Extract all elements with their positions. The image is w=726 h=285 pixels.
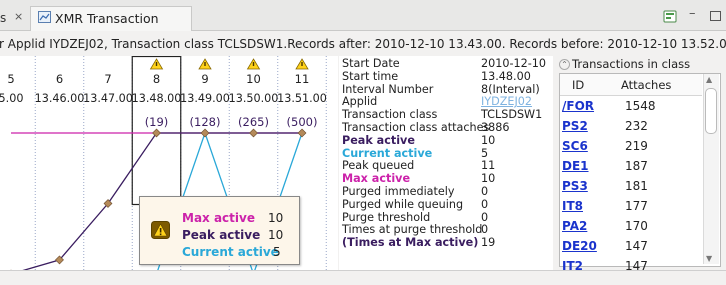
detail-value: 10 bbox=[481, 133, 496, 147]
detail-label: Transaction class bbox=[342, 108, 438, 122]
detail-label: Purged while queuing bbox=[342, 197, 464, 211]
detail-value: 13.48.00 bbox=[481, 69, 531, 83]
detail-label: Start Date bbox=[342, 57, 400, 70]
record-filter-info: r Applid IYDZEJ02, Transaction class TCL… bbox=[0, 37, 726, 51]
time-label: 13.51.00 bbox=[277, 92, 327, 105]
category-label: 7 bbox=[104, 72, 111, 86]
detail-label: Applid bbox=[342, 95, 378, 109]
transaction-attaches: 177 bbox=[625, 199, 648, 213]
warning-icon-mark bbox=[301, 62, 303, 66]
transaction-id-link[interactable]: /FOR bbox=[562, 99, 594, 113]
document-icon bbox=[38, 11, 51, 23]
interval-details-panel: Start Date 2010-12-10 Start time 13.48.00 In… bbox=[339, 56, 553, 270]
category-label: 5 bbox=[7, 72, 14, 86]
detail-label: Max active bbox=[342, 172, 411, 186]
transactions-group-title: ⌃ Transactions in class bbox=[559, 57, 690, 71]
detail-label: Current active bbox=[342, 146, 433, 160]
category-label: 11 bbox=[295, 72, 310, 86]
category-label: 10 bbox=[246, 72, 261, 86]
chart-tooltip: Max active 10 Peak active 10 Current active 5 bbox=[139, 196, 300, 265]
tooltip-label: Current active bbox=[182, 245, 279, 259]
detail-value: 0 bbox=[481, 210, 489, 224]
detail-label: Start time bbox=[342, 69, 399, 83]
category-label: 9 bbox=[201, 72, 208, 86]
transaction-attaches: 181 bbox=[625, 179, 648, 193]
interval-count-label: (265) bbox=[238, 115, 269, 129]
scrollbar-thumb[interactable] bbox=[705, 88, 717, 134]
collapse-icon[interactable]: ⌃ bbox=[559, 59, 570, 70]
transaction-id-link[interactable]: SC6 bbox=[562, 139, 588, 153]
tooltip-label: Peak active bbox=[182, 228, 261, 242]
view-menu-icon[interactable] bbox=[663, 10, 677, 23]
detail-label: Interval Number bbox=[342, 82, 434, 96]
transaction-attaches: 170 bbox=[625, 219, 648, 233]
time-label: 5.00 bbox=[0, 92, 23, 105]
detail-label: Times at purge threshold bbox=[342, 223, 483, 237]
minimize-icon[interactable]: – bbox=[689, 6, 696, 21]
transaction-id-link[interactable]: PS2 bbox=[562, 119, 588, 133]
time-label: 13.48.00 bbox=[132, 92, 182, 105]
data-point-marker bbox=[297, 128, 307, 138]
warning-icon-mark bbox=[204, 62, 206, 66]
tooltip-value: 5 bbox=[273, 245, 281, 259]
transaction-id-link[interactable]: DE1 bbox=[562, 159, 589, 173]
tooltip-value: 10 bbox=[268, 211, 284, 225]
transaction-attaches: 1548 bbox=[625, 99, 656, 113]
transaction-attaches: 187 bbox=[625, 159, 648, 173]
detail-label: Purge threshold bbox=[342, 210, 431, 224]
detail-label: Purged immediately bbox=[342, 185, 455, 198]
time-label: 13.50.00 bbox=[229, 92, 279, 105]
transaction-id-link[interactable]: IT8 bbox=[562, 199, 583, 213]
transactions-title: Transactions in class bbox=[572, 57, 691, 71]
data-point-marker bbox=[152, 128, 161, 138]
detail-label: (Times at Max active) bbox=[342, 236, 479, 250]
time-label: 13.47.00 bbox=[83, 92, 133, 105]
tab-title[interactable]: XMR Transaction bbox=[55, 11, 159, 26]
transaction-id-link[interactable]: DE20 bbox=[562, 239, 597, 253]
maximize-icon[interactable] bbox=[710, 11, 721, 21]
warning-icon-mark bbox=[155, 62, 158, 66]
scroll-down-icon[interactable]: ▼ bbox=[706, 254, 712, 263]
detail-value: 11 bbox=[481, 159, 496, 173]
scroll-up-icon[interactable]: ▲ bbox=[706, 75, 712, 84]
category-label: 8 bbox=[153, 72, 160, 86]
tooltip-value: 10 bbox=[268, 228, 284, 242]
detail-label: Peak active bbox=[342, 133, 415, 147]
detail-value: 2010-12-10 bbox=[481, 57, 547, 70]
transaction-attaches: 147 bbox=[625, 239, 648, 253]
detail-value: 19 bbox=[481, 236, 496, 250]
transaction-attaches: 219 bbox=[625, 139, 648, 153]
transaction-attaches: 232 bbox=[625, 119, 648, 133]
previous-tab-label[interactable]: s bbox=[0, 11, 6, 25]
column-header-attaches[interactable]: Attaches bbox=[621, 78, 671, 92]
data-point-marker bbox=[249, 128, 258, 138]
status-strip bbox=[0, 270, 726, 285]
time-label: 13.49.00 bbox=[180, 92, 230, 105]
data-point-marker bbox=[200, 128, 210, 138]
transaction-id-link[interactable]: PA2 bbox=[562, 219, 587, 233]
tab-close-icon[interactable]: ⨯ bbox=[14, 10, 23, 23]
detail-value: 10 bbox=[481, 172, 496, 186]
detail-label: Transaction class attaches bbox=[342, 121, 490, 134]
warning-icon bbox=[151, 221, 170, 239]
category-label: 6 bbox=[56, 72, 63, 86]
column-header-id[interactable]: ID bbox=[572, 78, 584, 92]
time-label: 13.46.00 bbox=[35, 92, 85, 105]
interval-count-label: (19) bbox=[145, 115, 169, 129]
detail-value: 0 bbox=[481, 185, 489, 198]
interval-count-label: (128) bbox=[190, 115, 221, 129]
detail-value: 0 bbox=[481, 223, 489, 237]
detail-value: TCLSDSW1 bbox=[481, 108, 543, 122]
interval-count-label: (500) bbox=[287, 115, 318, 129]
detail-value: 3886 bbox=[481, 121, 510, 134]
tooltip-label: Max active bbox=[182, 211, 255, 225]
detail-value[interactable]: IYDZEJ02 bbox=[481, 95, 532, 108]
transaction-id-link[interactable]: PS3 bbox=[562, 179, 588, 193]
detail-value: 8(Interval) bbox=[481, 82, 540, 96]
detail-value: 5 bbox=[481, 146, 489, 160]
warning-icon-mark bbox=[252, 62, 255, 66]
detail-value: 0 bbox=[481, 197, 489, 211]
detail-label: Peak queued bbox=[342, 159, 415, 173]
